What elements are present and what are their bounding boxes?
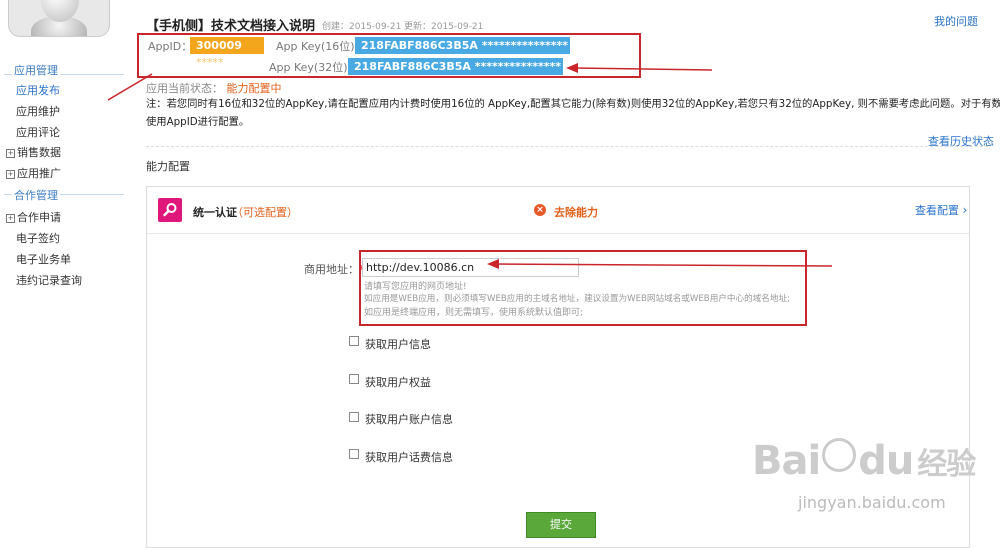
sidebar-item-app-maintain[interactable]: 应用维护 xyxy=(16,103,60,119)
appkey16-label: App Key(16位)： xyxy=(276,40,366,53)
appkey-note: 注：若您同时有16位和32位的AppKey,请在配置应用内计费时使用16位的 A… xyxy=(146,95,1000,131)
checkbox-label: 获取用户话费信息 xyxy=(365,451,453,464)
url-hint: 如应用是WEB应用，则必须填写WEB应用的主域名地址，建议设置为WEB网站域名或… xyxy=(364,294,790,304)
capability-section-title: 能力配置 xyxy=(146,160,190,173)
divider xyxy=(4,74,12,75)
checkbox-label: 获取用户权益 xyxy=(365,376,431,389)
sidebar-item-e-order[interactable]: 电子业务单 xyxy=(16,251,71,267)
watermark-brand: Bai du 经验 xyxy=(752,438,976,484)
my-questions-link[interactable]: 我的问题 xyxy=(934,13,978,29)
paw-icon xyxy=(822,438,857,472)
sidebar-item-app-review[interactable]: 应用评论 xyxy=(16,124,60,140)
note-line: 注：若您同时有16位和32位的AppKey,请在配置应用内计费时使用16位的 A… xyxy=(146,98,1000,110)
expand-icon: + xyxy=(6,149,15,158)
url-label: 商用地址：* xyxy=(304,261,365,277)
watermark-url: jingyan.baidu.com xyxy=(798,493,946,512)
search-icon xyxy=(158,198,182,222)
watermark-text: 经验 xyxy=(917,447,976,482)
sidebar-item-app-promo[interactable]: + 应用推广 xyxy=(6,165,61,181)
view-config-label: 查看配置 xyxy=(915,204,959,217)
user-avatar xyxy=(8,0,110,37)
capability-card-header: 统一认证 （可选配置） × 去除能力 查看配置 › xyxy=(147,187,969,234)
status-label: 应用当前状态： xyxy=(146,82,223,95)
capability-optional: （可选配置） xyxy=(232,206,298,219)
remove-icon[interactable]: × xyxy=(534,204,546,216)
divider xyxy=(146,146,988,148)
sidebar-section-coop: 合作管理 xyxy=(14,189,58,202)
expand-icon: + xyxy=(6,214,15,223)
divider xyxy=(60,194,124,195)
note-line: 使用AppID进行配置。 xyxy=(146,116,250,128)
checkbox-label: 获取用户信息 xyxy=(365,338,431,351)
appid-label: AppID： xyxy=(148,40,193,53)
updated-date: 更新：2015-09-21 xyxy=(404,22,484,32)
remove-capability-button[interactable]: 去除能力 xyxy=(554,204,598,220)
appkey32-label: App Key(32位)： xyxy=(269,61,359,74)
submit-button[interactable]: 提交 xyxy=(526,512,596,538)
page-title: 【手机侧】技术文档接入说明 xyxy=(146,19,316,34)
checkbox-label: 获取用户账户信息 xyxy=(365,413,453,426)
sidebar-item-app-publish[interactable]: 应用发布 xyxy=(16,82,60,98)
divider xyxy=(4,194,12,195)
appid-value: 300009 ***** xyxy=(190,37,264,69)
sidebar-item-sales-data[interactable]: + 销售数据 xyxy=(6,144,61,160)
checkbox[interactable] xyxy=(349,374,359,384)
sidebar-item-label: 应用推广 xyxy=(17,167,61,180)
capability-name: 统一认证 xyxy=(193,206,237,219)
sidebar-item-label: 合作申请 xyxy=(17,211,61,224)
sidebar-item-violation[interactable]: 违约记录查询 xyxy=(16,272,82,288)
appkey32-value: 218FABF886C3B5A *************** xyxy=(348,58,563,75)
watermark-text: Bai xyxy=(752,438,821,484)
watermark-text: du xyxy=(858,438,914,484)
view-config-link[interactable]: 查看配置 › xyxy=(915,202,967,218)
created-date: 创建：2015-09-21 xyxy=(322,22,402,32)
status-value: 能力配置中 xyxy=(226,82,282,95)
chevron-right-icon: › xyxy=(962,203,968,217)
checkbox[interactable] xyxy=(349,449,359,459)
appid-text: 300009 xyxy=(196,39,242,52)
url-hint: 请填写您应用的网页地址! xyxy=(364,282,467,292)
divider xyxy=(60,74,124,75)
expand-icon: + xyxy=(6,170,15,179)
appid-mask: ***** xyxy=(196,56,224,69)
sidebar-item-coop-apply[interactable]: + 合作申请 xyxy=(6,209,61,225)
sidebar-item-e-sign[interactable]: 电子签约 xyxy=(16,230,60,246)
appkey16-value: 218FABF886C3B5A *************** xyxy=(355,37,570,54)
app-status: 应用当前状态： 能力配置中 xyxy=(146,80,282,96)
url-label-text: 商用地址： xyxy=(304,263,359,276)
url-hint: 如应用是终端应用，则无需填写，使用系统默认值即可; xyxy=(364,308,584,318)
checkbox[interactable] xyxy=(349,336,359,346)
sidebar-section-app: 应用管理 xyxy=(14,64,58,77)
checkbox[interactable] xyxy=(349,412,359,422)
business-url-input[interactable] xyxy=(362,258,579,277)
sidebar-item-label: 销售数据 xyxy=(17,146,61,159)
